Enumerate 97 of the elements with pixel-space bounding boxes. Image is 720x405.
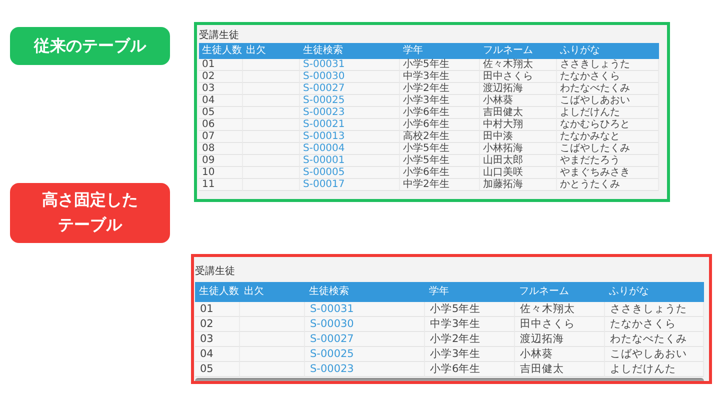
table-cell: わたなべたくみ [557, 83, 659, 95]
table-cell: 田中さくら [480, 71, 557, 83]
table-cell: 山田太郎 [480, 155, 557, 167]
table-cell: たなかさくら [557, 71, 659, 83]
student-link[interactable]: S-00027 [305, 332, 425, 347]
student-link[interactable]: S-00021 [300, 119, 400, 131]
table-cell: 03 [195, 332, 240, 347]
table-cell: 小学6年生 [400, 167, 480, 179]
table-cell: 06 [199, 119, 243, 131]
table-cell: 01 [195, 302, 240, 317]
table-cell: 小学5年生 [400, 143, 480, 155]
section-label: 高さ固定した [42, 189, 138, 212]
student-link[interactable]: S-00031 [305, 302, 425, 317]
table-cell: 小学2年生 [400, 83, 480, 95]
table-cell: 小学5年生 [400, 155, 480, 167]
table-cell: かとうたくみ [557, 179, 659, 191]
table-cell: 高校2年生 [400, 131, 480, 143]
column-header: 生徒検索 [305, 282, 425, 302]
table-cell: 中学3年生 [400, 71, 480, 83]
table-cell: 08 [199, 143, 243, 155]
student-link[interactable]: S-00017 [300, 179, 400, 191]
section-label: 従来のテーブル [34, 34, 146, 57]
table-cell: わたなべたくみ [605, 332, 704, 347]
table-cell: 渡辺拓海 [515, 332, 605, 347]
table-cell: 吉田健太 [480, 107, 557, 119]
table-cell: 佐々木翔太 [480, 59, 557, 71]
student-link[interactable]: S-00005 [300, 167, 400, 179]
table-cell: 11 [199, 179, 243, 191]
student-link[interactable]: S-00023 [300, 107, 400, 119]
table-cell: こばやしあおい [605, 347, 704, 362]
table-cell: 加藤拓海 [480, 179, 557, 191]
table-cell: 佐々木翔太 [515, 302, 605, 317]
table-cell: こばやしあおい [557, 95, 659, 107]
student-link[interactable]: S-00023 [305, 362, 425, 377]
column-header: ふりがな [605, 282, 704, 302]
student-link[interactable]: S-00027 [300, 83, 400, 95]
student-link[interactable]: S-00001 [300, 155, 400, 167]
student-link[interactable]: S-00025 [300, 95, 400, 107]
student-link[interactable]: S-00013 [300, 131, 400, 143]
table-cell: 小学2年生 [425, 332, 515, 347]
table-cell: 小林拓海 [480, 143, 557, 155]
table-cell: よしだけんた [605, 362, 704, 377]
table-cell: 04 [199, 95, 243, 107]
table-cell: 01 [199, 59, 243, 71]
table-cell: 小学6年生 [425, 362, 515, 377]
column-header: 生徒検索 [300, 43, 400, 59]
table-cell: なかむらひろと [557, 119, 659, 131]
student-link[interactable]: S-00004 [300, 143, 400, 155]
section-label: テーブル [58, 214, 122, 236]
column-header: フルネーム [515, 282, 605, 302]
table-cell: 05 [195, 362, 240, 377]
table-cell: 03 [199, 83, 243, 95]
table-cell: 07 [199, 131, 243, 143]
table-cell: 02 [199, 71, 243, 83]
table-cell: 吉田健太 [515, 362, 605, 377]
column-header: フルネーム [480, 43, 557, 59]
table-cell: 小学6年生 [400, 107, 480, 119]
table-cell: 10 [199, 167, 243, 179]
table-title: 受講生徒 [195, 264, 236, 279]
column-header: 生徒人数 [195, 282, 240, 302]
table-cell: 中村大翔 [480, 119, 557, 131]
column-header: 生徒人数 [199, 43, 243, 59]
table-cell: 04 [195, 347, 240, 362]
table-cell: 05 [199, 107, 243, 119]
table-cell: こばやしたくみ [557, 143, 659, 155]
table-cell: 渡辺拓海 [480, 83, 557, 95]
student-link[interactable]: S-00030 [305, 317, 425, 332]
table-cell: 中学2年生 [400, 179, 480, 191]
table-cell: 小林葵 [480, 95, 557, 107]
student-link[interactable]: S-00030 [300, 71, 400, 83]
table-cell: やまだたろう [557, 155, 659, 167]
table-cell: 山口美咲 [480, 167, 557, 179]
table-cell: 小学3年生 [425, 347, 515, 362]
table-cell: よしだけんた [557, 107, 659, 119]
table-cell: やまぐちみさき [557, 167, 659, 179]
column-header: 学年 [425, 282, 515, 302]
table-cell: たなかさくら [605, 317, 704, 332]
table-cell: 中学3年生 [425, 317, 515, 332]
table-cell: 小学6年生 [400, 119, 480, 131]
column-header: 学年 [400, 43, 480, 59]
column-header: 出欠 [243, 43, 300, 59]
table-cell: ささきしょうた [605, 302, 704, 317]
table-cell: 田中湊 [480, 131, 557, 143]
table-cell: 小学5年生 [400, 59, 480, 71]
table-cell: 02 [195, 317, 240, 332]
table-cell: 小林葵 [515, 347, 605, 362]
student-link[interactable]: S-00031 [300, 59, 400, 71]
column-header: 出欠 [240, 282, 305, 302]
table-cell: 09 [199, 155, 243, 167]
table-cell: 田中さくら [515, 317, 605, 332]
table-cell: たなかみなと [557, 131, 659, 143]
table-title: 受講生徒 [199, 29, 240, 43]
table-cell: 小学5年生 [425, 302, 515, 317]
table-cell: ささきしょうた [557, 59, 659, 71]
student-link[interactable]: S-00025 [305, 347, 425, 362]
column-header: ふりがな [557, 43, 659, 59]
table-cell: 小学3年生 [400, 95, 480, 107]
